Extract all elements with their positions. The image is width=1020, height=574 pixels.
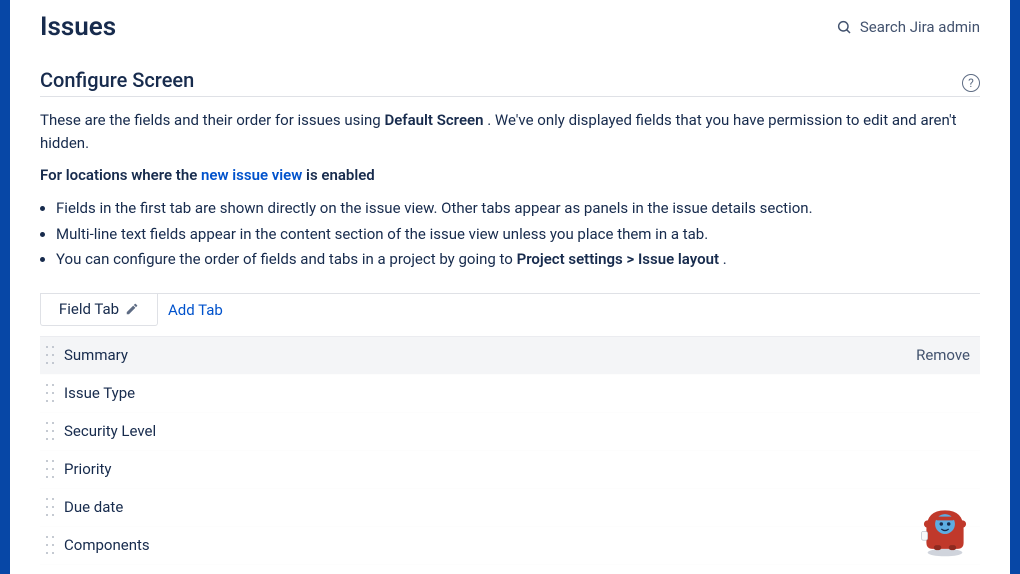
remove-button[interactable]: Remove bbox=[916, 346, 970, 364]
bullet-item: You can configure the order of fields an… bbox=[56, 247, 980, 273]
drag-handle-icon[interactable] bbox=[46, 422, 54, 440]
drag-handle-icon[interactable] bbox=[46, 346, 54, 364]
field-row[interactable]: Security Level bbox=[40, 413, 980, 451]
search-icon bbox=[836, 19, 852, 35]
field-name: Summary bbox=[64, 346, 916, 364]
field-name: Security Level bbox=[64, 422, 970, 440]
locations-heading: For locations where the new issue view i… bbox=[40, 166, 980, 184]
field-name: Issue Type bbox=[64, 384, 970, 402]
field-tab-label: Field Tab bbox=[59, 300, 119, 318]
add-tab-button[interactable]: Add Tab bbox=[168, 301, 223, 319]
fields-list: Summary Remove Issue Type Security Level… bbox=[40, 336, 980, 574]
mascot-avatar bbox=[914, 498, 976, 560]
field-row-summary[interactable]: Summary Remove bbox=[40, 337, 980, 375]
field-name: Priority bbox=[64, 460, 970, 478]
drag-handle-icon[interactable] bbox=[46, 536, 54, 554]
field-name: Due date bbox=[64, 498, 970, 516]
screen-description: These are the fields and their order for… bbox=[40, 109, 980, 154]
configure-screen-heading: Configure Screen bbox=[40, 68, 194, 92]
info-bullets: Fields in the first tab are shown direct… bbox=[56, 196, 980, 273]
field-row[interactable]: Components bbox=[40, 527, 980, 565]
drag-handle-icon[interactable] bbox=[46, 460, 54, 478]
field-row[interactable]: Affects versions bbox=[40, 565, 980, 574]
bullet-item: Fields in the first tab are shown direct… bbox=[56, 196, 980, 222]
field-name: Components bbox=[64, 536, 970, 554]
new-issue-view-link[interactable]: new issue view bbox=[201, 166, 302, 184]
field-row[interactable]: Priority bbox=[40, 451, 980, 489]
pencil-icon[interactable] bbox=[125, 302, 139, 316]
drag-handle-icon[interactable] bbox=[46, 384, 54, 402]
field-row[interactable]: Due date bbox=[40, 489, 980, 527]
page-title: Issues bbox=[40, 12, 116, 42]
drag-handle-icon[interactable] bbox=[46, 498, 54, 516]
search-jira-admin-button[interactable]: Search Jira admin bbox=[836, 18, 980, 36]
help-icon[interactable]: ? bbox=[962, 74, 980, 92]
bullet-item: Multi-line text fields appear in the con… bbox=[56, 222, 980, 248]
tab-field-tab[interactable]: Field Tab bbox=[40, 294, 158, 326]
search-admin-label: Search Jira admin bbox=[860, 18, 980, 36]
field-row[interactable]: Issue Type bbox=[40, 375, 980, 413]
